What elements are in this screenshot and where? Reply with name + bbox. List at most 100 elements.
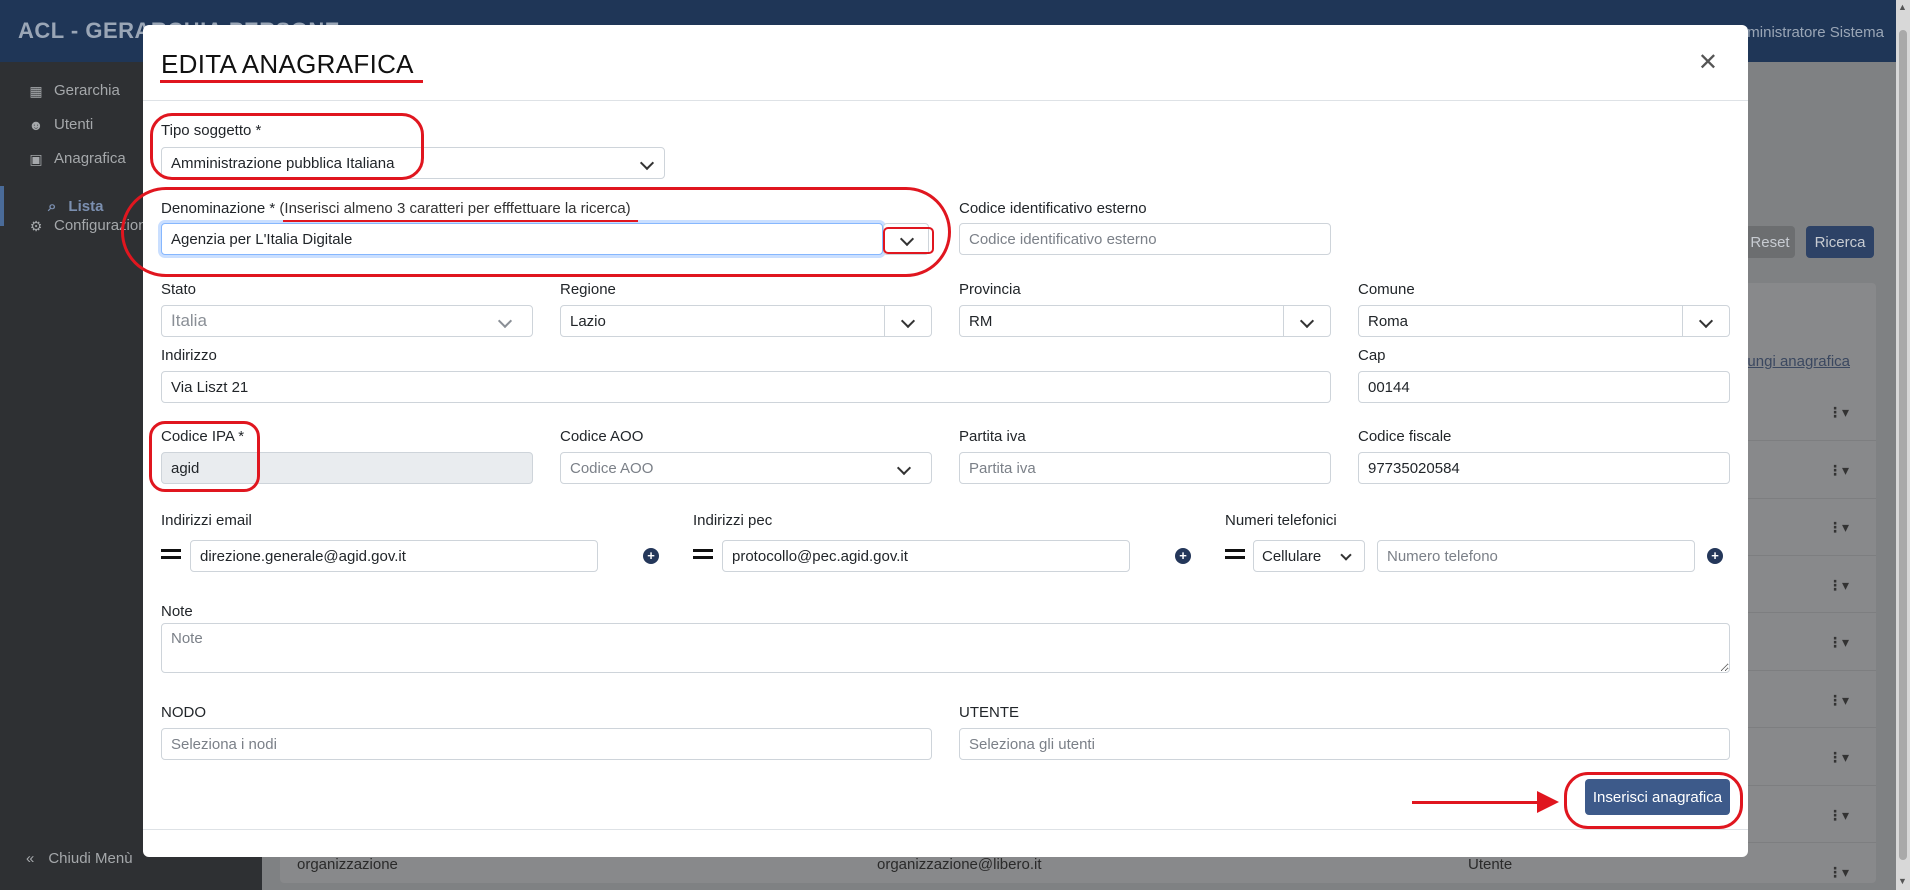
close-icon[interactable]: ✕	[1698, 51, 1718, 75]
denominazione-dropdown-button[interactable]	[883, 223, 929, 255]
utente-select[interactable]: Seleziona gli utenti	[959, 728, 1730, 760]
utente-label: UTENTE	[959, 704, 1019, 721]
user-name[interactable]: Amministratore Sistema	[1725, 24, 1884, 41]
row-actions-icon[interactable]: ⋮▾	[1828, 462, 1849, 479]
codice-ipa-input[interactable]: agid	[161, 452, 533, 484]
add-pec-icon[interactable]: +	[1175, 548, 1191, 564]
codice-esterno-input[interactable]: Codice identificativo esterno	[959, 223, 1331, 255]
telefoni-label: Numeri telefonici	[1225, 512, 1337, 529]
partita-iva-label: Partita iva	[959, 428, 1026, 445]
add-phone-icon[interactable]: +	[1707, 548, 1723, 564]
sidebar-item-anagrafica[interactable]: ▣ Anagrafica	[28, 150, 126, 167]
chevron-down-icon	[1299, 313, 1315, 329]
codice-ipa-label: Codice IPA *	[161, 428, 245, 445]
row-actions-icon[interactable]: ⋮▾	[1828, 519, 1849, 536]
select-separator	[1283, 306, 1284, 336]
email-input[interactable]: direzione.generale@agid.gov.it	[190, 540, 598, 572]
phone-type-value: Cellulare	[1262, 547, 1322, 565]
page-scrollbar[interactable]: ▲ ▼	[1896, 0, 1910, 890]
comune-value: Roma	[1368, 312, 1409, 330]
provincia-value: RM	[969, 312, 993, 330]
select-separator	[1682, 306, 1683, 336]
scrollbar-thumb[interactable]	[1899, 30, 1907, 860]
sitemap-icon: ▦	[29, 82, 43, 99]
codice-fiscale-label: Codice fiscale	[1358, 428, 1452, 445]
gear-icon: ⚙	[29, 217, 43, 234]
regione-select[interactable]: Lazio	[560, 305, 932, 337]
stato-label: Stato	[161, 281, 197, 298]
select-separator	[884, 306, 885, 336]
codice-aoo-placeholder: Codice AOO	[570, 459, 654, 477]
edit-anagrafica-modal: EDITA ANAGRAFICA ✕ Tipo soggetto * Ammin…	[143, 25, 1748, 857]
row-actions-icon[interactable]: ⋮▾	[1828, 404, 1849, 421]
provincia-select[interactable]: RM	[959, 305, 1331, 337]
chevron-down-icon	[1340, 549, 1352, 561]
add-anagrafica-link[interactable]: Aggiungi anagrafica	[1738, 353, 1850, 370]
sidebar-item-label: Utenti	[54, 116, 94, 133]
sidebar-item-label: Lista	[68, 198, 104, 215]
chevron-down-icon	[900, 313, 916, 329]
sidebar-item-utenti[interactable]: ☻ Utenti	[28, 116, 94, 133]
sidebar-item-lista[interactable]: ⌕ Lista	[48, 198, 103, 215]
regione-label: Regione	[560, 281, 616, 298]
cap-label: Cap	[1358, 347, 1386, 364]
codice-fiscale-input[interactable]: 97735020584	[1358, 452, 1730, 484]
row-email: organizzazione@libero.it	[877, 856, 1042, 873]
stato-value: Italia	[171, 311, 207, 330]
stato-select[interactable]: Italia	[161, 305, 533, 337]
row-actions-icon[interactable]: ⋮▾	[1828, 807, 1849, 824]
row-actions-icon[interactable]: ⋮▾	[1828, 634, 1849, 651]
sidebar-item-gerarchia[interactable]: ▦ Gerarchia	[28, 82, 120, 99]
drag-handle-icon[interactable]	[1225, 549, 1245, 559]
drag-handle-icon[interactable]	[693, 549, 713, 559]
nodo-select[interactable]: Seleziona i nodi	[161, 728, 932, 760]
codice-aoo-label: Codice AOO	[560, 428, 644, 445]
sidebar-item-label: Anagrafica	[54, 150, 126, 167]
sidebar-active-indicator	[0, 186, 4, 226]
tipo-soggetto-value: Amministrazione pubblica Italiana	[171, 154, 395, 172]
add-email-icon[interactable]: +	[643, 548, 659, 564]
row-actions-icon[interactable]: ⋮▾	[1828, 749, 1849, 766]
row-actions-icon[interactable]: ⋮▾	[1828, 577, 1849, 594]
comune-label: Comune	[1358, 281, 1415, 298]
denominazione-value: Agenzia per L'Italia Digitale	[171, 230, 353, 248]
denominazione-label: Denominazione * (Inserisci almeno 3 cara…	[161, 200, 631, 217]
sidebar-item-label: Configurazioni	[54, 217, 150, 234]
search-button[interactable]: Ricerca	[1806, 226, 1874, 258]
sidebar-item-label: Gerarchia	[54, 82, 120, 99]
double-chevron-left-icon: «	[26, 850, 35, 867]
chevron-down-icon	[497, 313, 513, 329]
modal-header: EDITA ANAGRAFICA ✕	[143, 25, 1748, 101]
indirizzo-input[interactable]: Via Liszt 21	[161, 371, 1331, 403]
partita-iva-input[interactable]: Partita iva	[959, 452, 1331, 484]
row-actions-icon[interactable]: ⋮▾	[1828, 864, 1849, 881]
pec-input[interactable]: protocollo@pec.agid.gov.it	[722, 540, 1130, 572]
codice-aoo-select[interactable]: Codice AOO	[560, 452, 932, 484]
chevron-down-icon	[639, 155, 655, 171]
sidebar-item-configurazioni[interactable]: ⚙ Configurazioni	[28, 217, 150, 234]
note-textarea[interactable]	[161, 623, 1730, 673]
tipo-soggetto-label: Tipo soggetto *	[161, 122, 262, 139]
insert-anagrafica-button[interactable]: Inserisci anagrafica	[1585, 779, 1730, 815]
scroll-up-icon[interactable]: ▲	[1898, 2, 1907, 12]
search-icon: ⌕	[48, 198, 57, 215]
collapse-menu-label: Chiudi Menù	[48, 850, 133, 867]
add-anagrafica-link-wrap: Aggiungi anagrafica	[1738, 353, 1850, 371]
drag-handle-icon[interactable]	[161, 549, 181, 559]
collapse-menu-button[interactable]: « Chiudi Menù	[26, 850, 133, 867]
phone-type-select[interactable]: Cellulare	[1253, 540, 1365, 572]
scroll-down-icon[interactable]: ▼	[1898, 876, 1907, 886]
comune-select[interactable]: Roma	[1358, 305, 1730, 337]
tipo-soggetto-select[interactable]: Amministrazione pubblica Italiana	[161, 147, 665, 179]
reset-button[interactable]: Reset	[1745, 226, 1795, 258]
denominazione-input[interactable]: Agenzia per L'Italia Digitale	[161, 223, 883, 255]
row-actions-icon[interactable]: ⋮▾	[1828, 692, 1849, 709]
chevron-down-icon	[899, 231, 915, 247]
chevron-down-icon	[1698, 313, 1714, 329]
nodo-label: NODO	[161, 704, 206, 721]
id-card-icon: ▣	[29, 150, 43, 167]
cap-input[interactable]: 00144	[1358, 371, 1730, 403]
regione-value: Lazio	[570, 312, 606, 330]
pec-label: Indirizzi pec	[693, 512, 773, 529]
phone-number-input[interactable]: Numero telefono	[1377, 540, 1695, 572]
